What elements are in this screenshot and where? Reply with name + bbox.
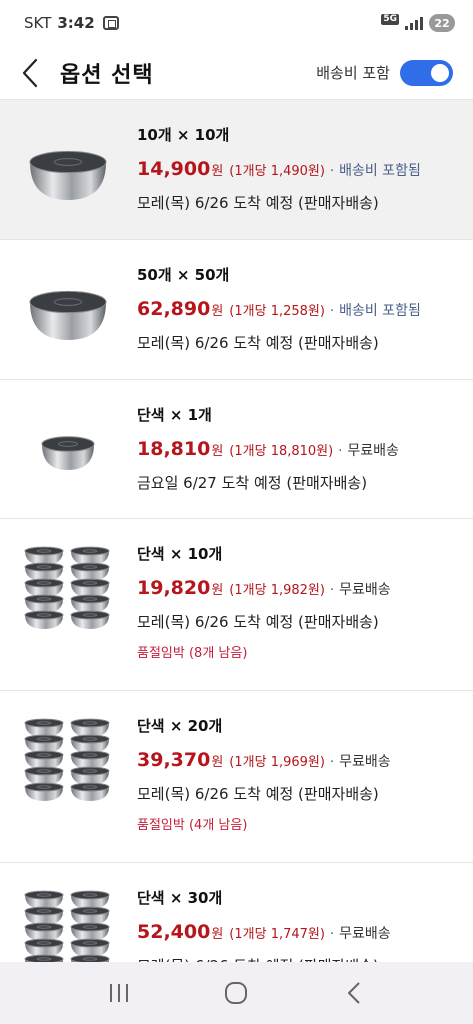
bowl-stack-image	[24, 890, 110, 962]
currency-label: 원	[211, 164, 224, 179]
back-button[interactable]	[0, 46, 60, 100]
single-bowl-image	[29, 150, 107, 200]
low-stock-warning: 품절임박 (4개 남음)	[137, 818, 248, 833]
option-info: 50개 × 50개 62,890 원 (1개당 1,258원) · 배송비 포함…	[137, 264, 463, 354]
home-icon	[225, 982, 248, 1004]
battery-icon: 22	[429, 14, 455, 32]
shipping-info: 배송비 포함됨	[339, 303, 421, 319]
screenshot-icon	[102, 16, 119, 30]
option-item[interactable]: 단색 × 10개 19,820 원 (1개당 1,982원) · 무료배송 모레…	[0, 519, 473, 691]
option-name: 단색 × 10개	[137, 545, 223, 563]
recent-apps-icon	[109, 984, 128, 1002]
option-thumbnail	[20, 122, 116, 218]
currency-label: 원	[211, 444, 224, 459]
bowl-stack-image	[24, 718, 110, 801]
option-name: 단색 × 20개	[137, 717, 223, 735]
clock: 3:42	[57, 14, 95, 32]
currency-label: 원	[211, 583, 224, 598]
signal-icon	[405, 16, 423, 30]
shipping-info: 배송비 포함됨	[339, 163, 421, 179]
unit-price: (1개당 1,258원)	[229, 304, 325, 319]
separator-dot: ·	[329, 304, 335, 319]
option-info: 단색 × 1개 18,810 원 (1개당 18,810원) · 무료배송 금요…	[137, 404, 463, 494]
status-bar: SKT 3:42 5G 22	[0, 0, 473, 46]
delivery-estimate: 모레(목) 6/26 도착 예정 (판매자배송)	[137, 955, 463, 962]
unit-price: (1개당 1,982원)	[229, 583, 325, 598]
battery-level: 22	[434, 16, 450, 30]
system-back-button[interactable]	[329, 968, 379, 1018]
separator-dot: ·	[338, 444, 343, 459]
currency-label: 원	[211, 755, 224, 770]
option-item[interactable]: 단색 × 20개 39,370 원 (1개당 1,969원) · 무료배송 모레…	[0, 691, 473, 863]
option-item[interactable]: 10개 × 10개 14,900 원 (1개당 1,490원) · 배송비 포함…	[0, 100, 473, 240]
unit-price: (1개당 1,747원)	[229, 927, 325, 942]
price-line: 14,900 원 (1개당 1,490원) · 배송비 포함됨	[137, 158, 463, 182]
chevron-left-icon	[22, 58, 38, 87]
separator-dot: ·	[329, 927, 335, 942]
option-name: 50개 × 50개	[137, 266, 230, 284]
option-price: 52,400	[137, 921, 211, 943]
bowl-stack-image	[24, 546, 110, 629]
unit-price: (1개당 1,490원)	[229, 164, 325, 179]
option-thumbnail	[20, 885, 116, 962]
option-info: 단색 × 30개 52,400 원 (1개당 1,747원) · 무료배송 모레…	[137, 887, 463, 962]
option-item[interactable]: 단색 × 1개 18,810 원 (1개당 18,810원) · 무료배송 금요…	[0, 380, 473, 519]
separator-dot: ·	[329, 755, 335, 770]
shipping-included-switch[interactable]	[400, 59, 453, 86]
option-item[interactable]: 단색 × 30개 52,400 원 (1개당 1,747원) · 무료배송 모레…	[0, 863, 473, 962]
option-price: 18,810	[137, 438, 211, 460]
option-list: 10개 × 10개 14,900 원 (1개당 1,490원) · 배송비 포함…	[0, 100, 473, 962]
option-price: 39,370	[137, 749, 211, 771]
network-type-label: 5G	[381, 13, 399, 25]
option-info: 10개 × 10개 14,900 원 (1개당 1,490원) · 배송비 포함…	[137, 124, 463, 214]
page-title: 옵션 선택	[60, 62, 154, 88]
price-line: 62,890 원 (1개당 1,258원) · 배송비 포함됨	[137, 298, 463, 322]
option-thumbnail	[20, 262, 116, 358]
shipping-info: 무료배송	[339, 582, 391, 598]
delivery-estimate: 모레(목) 6/26 도착 예정 (판매자배송)	[137, 334, 379, 352]
option-item[interactable]: 50개 × 50개 62,890 원 (1개당 1,258원) · 배송비 포함…	[0, 240, 473, 380]
switch-knob	[431, 63, 449, 82]
option-thumbnail	[20, 541, 116, 637]
price-line: 18,810 원 (1개당 18,810원) · 무료배송	[137, 438, 463, 462]
shipping-info: 무료배송	[339, 754, 391, 770]
single-bowl-image	[29, 290, 107, 340]
delivery-estimate: 모레(목) 6/26 도착 예정 (판매자배송)	[137, 785, 379, 803]
unit-price: (1개당 18,810원)	[229, 444, 334, 459]
low-stock-warning: 품절임박 (8개 남음)	[137, 646, 248, 661]
separator-dot: ·	[329, 164, 335, 179]
price-line: 39,370 원 (1개당 1,969원) · 무료배송	[137, 749, 463, 773]
option-price: 14,900	[137, 158, 211, 180]
currency-label: 원	[211, 304, 224, 319]
delivery-estimate: 모레(목) 6/26 도착 예정 (판매자배송)	[137, 194, 379, 212]
shipping-info: 무료배송	[339, 926, 391, 942]
recent-apps-button[interactable]	[94, 968, 144, 1018]
price-line: 19,820 원 (1개당 1,982원) · 무료배송	[137, 577, 463, 601]
small-bowl-image	[41, 436, 95, 470]
currency-label: 원	[211, 927, 224, 942]
delivery-estimate: 모레(목) 6/26 도착 예정 (판매자배송)	[137, 613, 379, 631]
option-info: 단색 × 20개 39,370 원 (1개당 1,969원) · 무료배송 모레…	[137, 715, 463, 835]
back-icon	[348, 982, 360, 1004]
shipping-included-label: 배송비 포함	[316, 64, 390, 82]
option-name: 단색 × 30개	[137, 889, 223, 907]
option-thumbnail	[20, 713, 116, 809]
separator-dot: ·	[329, 583, 335, 598]
option-name: 단색 × 1개	[137, 406, 212, 424]
price-line: 52,400 원 (1개당 1,747원) · 무료배송	[137, 921, 463, 945]
app-header: 옵션 선택 배송비 포함	[0, 46, 473, 100]
unit-price: (1개당 1,969원)	[229, 755, 325, 770]
home-button[interactable]	[211, 968, 261, 1018]
option-thumbnail	[20, 402, 116, 498]
option-name: 10개 × 10개	[137, 126, 230, 144]
carrier-label: SKT	[24, 14, 52, 32]
option-price: 62,890	[137, 298, 211, 320]
delivery-estimate: 금요일 6/27 도착 예정 (판매자배송)	[137, 474, 368, 492]
option-price: 19,820	[137, 577, 211, 599]
shipping-included-toggle-group: 배송비 포함	[316, 59, 453, 86]
shipping-info: 무료배송	[347, 443, 399, 459]
system-navigation-bar	[0, 962, 473, 1024]
option-info: 단색 × 10개 19,820 원 (1개당 1,982원) · 무료배송 모레…	[137, 543, 463, 663]
